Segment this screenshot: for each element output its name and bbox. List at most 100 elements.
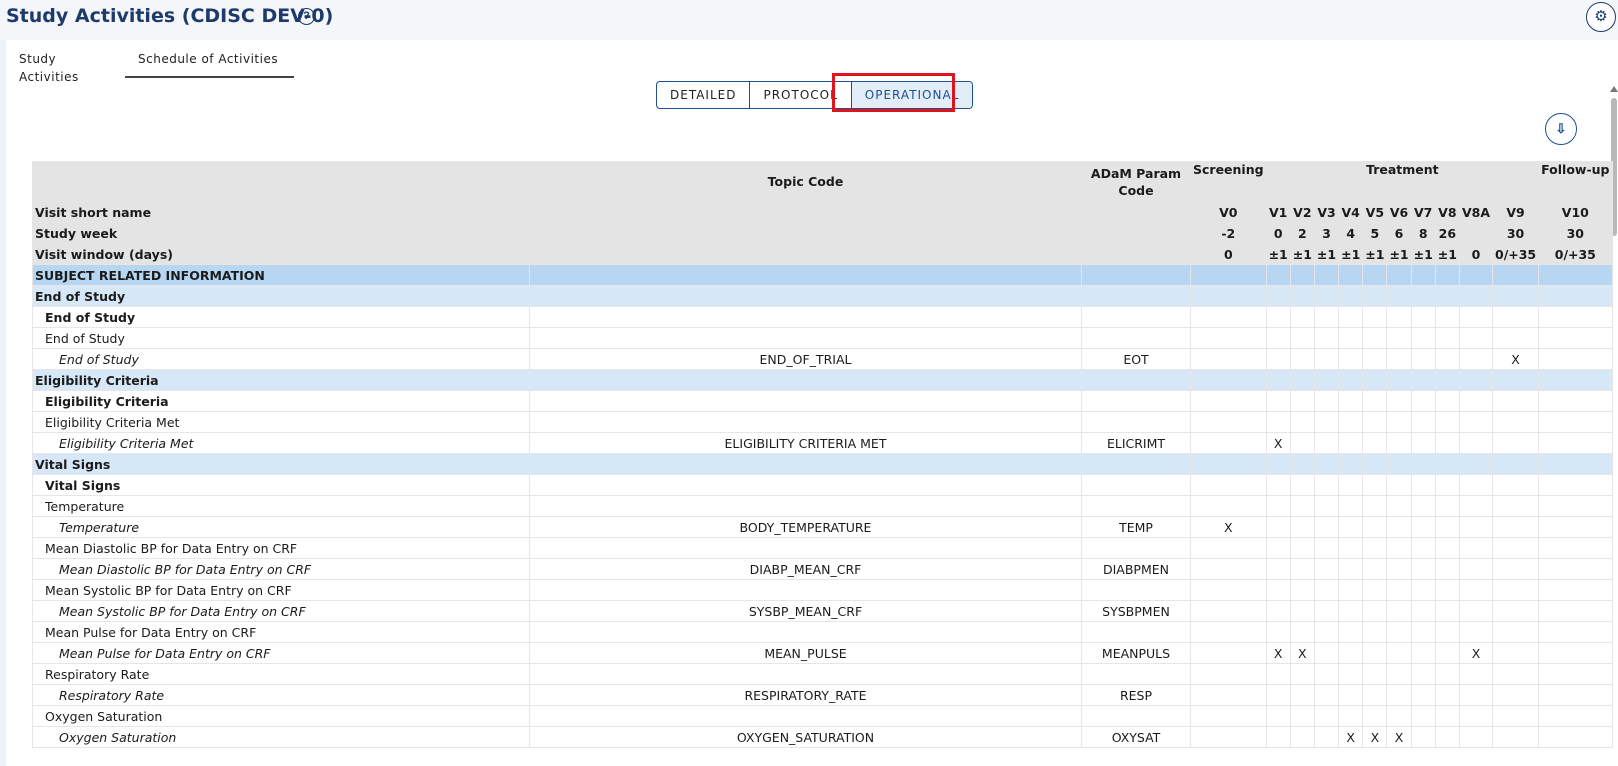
visit-cell[interactable]: [1265, 327, 1291, 349]
visit-cell[interactable]: [1190, 642, 1267, 664]
visit-cell[interactable]: [1386, 621, 1412, 643]
instance-row[interactable]: End of Study END_OF_TRIAL EOT X: [32, 348, 1613, 370]
visit-cell[interactable]: [1434, 390, 1460, 412]
visit-cell[interactable]: [1338, 579, 1364, 601]
visit-cell[interactable]: [1190, 411, 1267, 433]
visit-cell[interactable]: [1410, 264, 1436, 286]
visit-cell[interactable]: [1458, 600, 1494, 622]
visit-cell[interactable]: [1289, 600, 1315, 622]
visit-cell[interactable]: [1386, 264, 1412, 286]
visit-cell[interactable]: [1386, 327, 1412, 349]
visit-cell[interactable]: [1289, 516, 1315, 538]
visit-cell[interactable]: [1265, 306, 1291, 328]
visit-cell[interactable]: [1190, 474, 1267, 496]
visit-cell[interactable]: [1410, 600, 1436, 622]
visit-cell[interactable]: [1313, 453, 1340, 475]
activity-row[interactable]: Mean Pulse for Data Entry on CRF: [32, 621, 1613, 643]
visit-cell[interactable]: [1362, 621, 1388, 643]
visit-cell[interactable]: [1265, 348, 1291, 370]
visit-cell[interactable]: [1434, 579, 1460, 601]
visit-cell[interactable]: [1410, 621, 1436, 643]
visit-cell[interactable]: [1265, 663, 1291, 685]
visit-cell[interactable]: [1386, 600, 1412, 622]
visit-cell[interactable]: [1265, 516, 1291, 538]
visit-cell[interactable]: [1538, 411, 1613, 433]
visit-cell[interactable]: [1538, 642, 1613, 664]
visit-cell[interactable]: [1338, 306, 1364, 328]
instance-row[interactable]: Mean Diastolic BP for Data Entry on CRF D…: [32, 558, 1613, 580]
visit-cell[interactable]: [1289, 474, 1315, 496]
visit-cell[interactable]: [1458, 369, 1494, 391]
visit-cell[interactable]: [1313, 705, 1340, 727]
visit-cell[interactable]: [1338, 642, 1364, 664]
visit-cell[interactable]: [1491, 537, 1540, 559]
visit-cell[interactable]: [1538, 348, 1613, 370]
visit-cell[interactable]: [1491, 621, 1540, 643]
visit-cell[interactable]: [1410, 684, 1436, 706]
visit-cell[interactable]: [1410, 369, 1436, 391]
visit-cell[interactable]: [1313, 495, 1340, 517]
visit-cell[interactable]: [1338, 411, 1364, 433]
visit-cell[interactable]: [1458, 411, 1494, 433]
visit-cell[interactable]: [1491, 684, 1540, 706]
visit-cell[interactable]: [1386, 453, 1412, 475]
visit-cell[interactable]: [1538, 705, 1613, 727]
visit-cell[interactable]: [1434, 558, 1460, 580]
visit-cell[interactable]: [1410, 348, 1436, 370]
visit-cell[interactable]: [1313, 264, 1340, 286]
visit-cell[interactable]: [1362, 600, 1388, 622]
visit-cell[interactable]: [1313, 684, 1340, 706]
visit-cell[interactable]: [1410, 663, 1436, 685]
visit-cell[interactable]: [1362, 348, 1388, 370]
detailed-button[interactable]: DETAILED: [657, 82, 751, 108]
visit-cell[interactable]: [1338, 537, 1364, 559]
activity-row[interactable]: Mean Systolic BP for Data Entry on CRF: [32, 579, 1613, 601]
visit-cell[interactable]: [1538, 537, 1613, 559]
visit-cell[interactable]: [1190, 495, 1267, 517]
instance-row[interactable]: Mean Systolic BP for Data Entry on CRF SY…: [32, 600, 1613, 622]
visit-cell[interactable]: X: [1491, 348, 1540, 370]
visit-cell[interactable]: [1410, 453, 1436, 475]
instance-row[interactable]: Temperature BODY_TEMPERATURE TEMP X: [32, 516, 1613, 538]
visit-cell[interactable]: [1289, 684, 1315, 706]
visit-cell[interactable]: [1410, 726, 1436, 748]
visit-cell[interactable]: [1289, 369, 1315, 391]
visit-cell[interactable]: [1538, 432, 1613, 454]
visit-cell[interactable]: [1491, 516, 1540, 538]
visit-cell[interactable]: [1313, 642, 1340, 664]
visit-cell[interactable]: [1338, 663, 1364, 685]
visit-cell[interactable]: [1265, 411, 1291, 433]
visit-cell[interactable]: [1434, 432, 1460, 454]
visit-cell[interactable]: [1265, 558, 1291, 580]
visit-cell[interactable]: [1538, 726, 1613, 748]
visit-cell[interactable]: [1491, 264, 1540, 286]
visit-cell[interactable]: [1386, 495, 1412, 517]
visit-cell[interactable]: [1491, 705, 1540, 727]
visit-cell[interactable]: [1458, 453, 1494, 475]
visit-cell[interactable]: [1458, 558, 1494, 580]
visit-cell[interactable]: [1538, 390, 1613, 412]
visit-cell[interactable]: [1190, 579, 1267, 601]
visit-cell[interactable]: [1410, 579, 1436, 601]
visit-cell[interactable]: [1362, 369, 1388, 391]
visit-cell[interactable]: [1313, 663, 1340, 685]
visit-cell[interactable]: [1289, 558, 1315, 580]
visit-cell[interactable]: [1313, 348, 1340, 370]
visit-cell[interactable]: X: [1265, 432, 1291, 454]
visit-cell[interactable]: [1410, 705, 1436, 727]
visit-cell[interactable]: [1190, 558, 1267, 580]
visit-cell[interactable]: [1458, 327, 1494, 349]
activity-row[interactable]: Oxygen Saturation: [32, 705, 1613, 727]
visit-cell[interactable]: [1362, 285, 1388, 307]
visit-cell[interactable]: [1434, 285, 1460, 307]
visit-cell[interactable]: [1313, 621, 1340, 643]
visit-cell[interactable]: [1538, 579, 1613, 601]
visit-cell[interactable]: X: [1338, 726, 1364, 748]
visit-cell[interactable]: [1338, 264, 1364, 286]
visit-cell[interactable]: [1362, 306, 1388, 328]
visit-cell[interactable]: [1265, 453, 1291, 475]
visit-cell[interactable]: [1410, 495, 1436, 517]
visit-cell[interactable]: [1362, 474, 1388, 496]
visit-cell[interactable]: [1491, 411, 1540, 433]
help-icon[interactable]: ?: [298, 8, 315, 25]
